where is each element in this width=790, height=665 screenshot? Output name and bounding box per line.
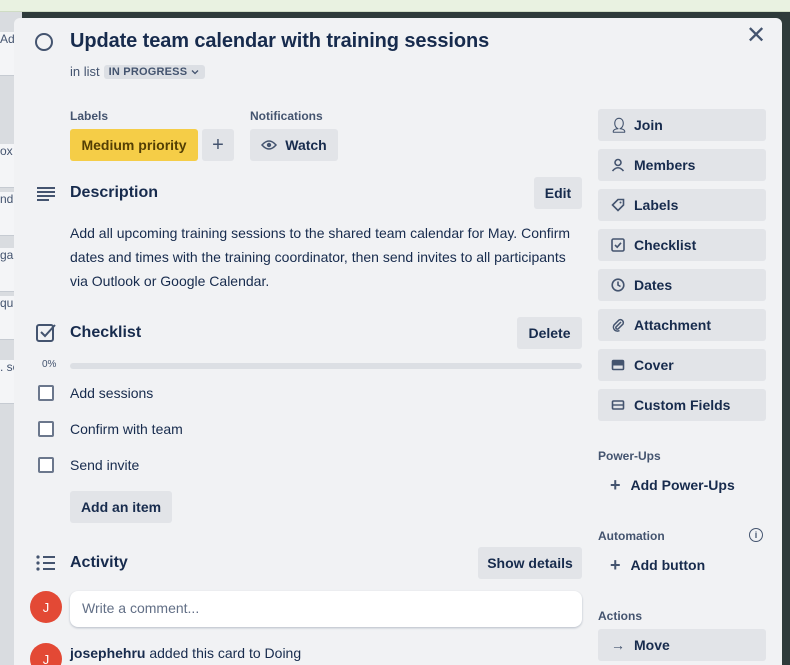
members-button[interactable]: Members	[598, 149, 766, 181]
notification-strip	[0, 0, 790, 12]
description-heading: Description	[70, 184, 159, 201]
cover-label: Cover	[634, 357, 674, 373]
avatar[interactable]: J	[30, 643, 62, 665]
notifications-heading: Notifications	[250, 109, 323, 123]
join-button[interactable]: 👤︎ Join	[598, 109, 766, 141]
add-label-button[interactable]: +	[202, 129, 234, 161]
checklist-heading: Checklist	[70, 324, 142, 341]
checklist-icon	[611, 238, 625, 252]
cover-icon	[611, 359, 625, 371]
activity-text: added this card to Doing	[145, 645, 302, 661]
plus-icon: +	[212, 133, 224, 156]
custom-fields-icon	[611, 400, 625, 410]
person-icon	[611, 158, 625, 172]
dates-label: Dates	[634, 277, 673, 293]
show-details-button[interactable]: Show details	[478, 547, 582, 579]
label-medium-priority[interactable]: Medium priority	[70, 129, 198, 161]
person-add-icon: 👤︎	[610, 116, 628, 133]
labels-heading: Labels	[70, 109, 109, 123]
watch-label: Watch	[285, 137, 327, 153]
description-icon	[37, 187, 55, 201]
comment-input[interactable]: Write a comment...	[70, 591, 582, 627]
custom-fields-button[interactable]: Custom Fields	[598, 389, 766, 421]
info-icon[interactable]: i	[749, 528, 763, 542]
checklist-checkbox[interactable]	[38, 385, 54, 401]
checklist-item[interactable]: Send invite	[38, 453, 139, 477]
checklist-item-label[interactable]: Confirm with team	[70, 421, 183, 437]
description-text[interactable]: Add all upcoming training sessions to th…	[70, 221, 580, 293]
powerups-heading: Power-Ups	[598, 449, 661, 463]
checklist-progress-bar	[70, 363, 582, 369]
add-powerups-button[interactable]: + Add Power-Ups	[598, 469, 766, 501]
plus-icon: +	[610, 474, 621, 495]
activity-heading: Activity	[70, 554, 128, 571]
checklist-item[interactable]: Confirm with team	[38, 417, 183, 441]
activity-entry: josephehru added this card to Doing	[70, 645, 301, 661]
checklist-item-label[interactable]: Add sessions	[70, 385, 153, 401]
description-line: via Outlook or Google Calendar.	[70, 273, 270, 289]
card-complete-toggle[interactable]	[35, 33, 53, 51]
add-checklist-item-button[interactable]: Add an item	[70, 491, 172, 523]
checklist-icon	[36, 324, 56, 342]
activity-user[interactable]: josephehru	[70, 645, 145, 661]
paperclip-icon	[612, 318, 625, 332]
plus-icon: +	[610, 554, 621, 575]
members-label: Members	[634, 157, 696, 173]
tag-icon	[611, 198, 625, 212]
watch-button[interactable]: Watch	[250, 129, 338, 161]
close-icon[interactable]: ✕	[742, 22, 770, 50]
dates-button[interactable]: Dates	[598, 269, 766, 301]
clock-icon	[611, 278, 625, 292]
description-line: dates and times with the training coordi…	[70, 249, 566, 265]
list-selector[interactable]: IN PROGRESS	[103, 64, 206, 79]
attachment-label: Attachment	[634, 317, 712, 333]
move-label: Move	[634, 637, 670, 653]
checklist-checkbox[interactable]	[38, 457, 54, 473]
custom-fields-label: Custom Fields	[634, 397, 731, 413]
checklist-item-label[interactable]: Send invite	[70, 457, 139, 473]
in-list-prefix: in list	[70, 64, 100, 79]
list-location: in list IN PROGRESS	[70, 64, 206, 79]
join-label: Join	[634, 117, 663, 133]
card-detail-modal: Update team calendar with training sessi…	[14, 18, 782, 665]
labels-label: Labels	[634, 197, 679, 213]
checklist-progress-percent: 0%	[42, 359, 57, 370]
add-button-label: Add button	[630, 557, 706, 573]
actions-heading: Actions	[598, 609, 643, 623]
checklist-label: Checklist	[634, 237, 697, 253]
add-automation-button[interactable]: + Add button	[598, 549, 766, 581]
avatar[interactable]: J	[30, 591, 62, 623]
cover-button[interactable]: Cover	[598, 349, 766, 381]
chevron-down-icon	[191, 69, 199, 74]
attachment-button[interactable]: Attachment	[598, 309, 766, 341]
checklist-checkbox[interactable]	[38, 421, 54, 437]
board-scroll-edge	[782, 12, 790, 665]
eye-icon	[261, 140, 278, 150]
description-line: Add all upcoming training sessions to th…	[70, 225, 571, 241]
move-button[interactable]: → Move	[598, 629, 766, 661]
activity-icon	[36, 555, 55, 571]
edit-description-button[interactable]: Edit	[534, 177, 582, 209]
list-name: IN PROGRESS	[108, 65, 188, 78]
automation-heading: Automation	[598, 529, 665, 543]
checklist-item[interactable]: Add sessions	[38, 381, 153, 405]
add-powerups-label: Add Power-Ups	[630, 477, 735, 493]
card-title[interactable]: Update team calendar with training sessi…	[70, 30, 489, 53]
arrow-right-icon: →	[611, 637, 625, 653]
delete-checklist-button[interactable]: Delete	[517, 317, 582, 349]
labels-button[interactable]: Labels	[598, 189, 766, 221]
checklist-button[interactable]: Checklist	[598, 229, 766, 261]
